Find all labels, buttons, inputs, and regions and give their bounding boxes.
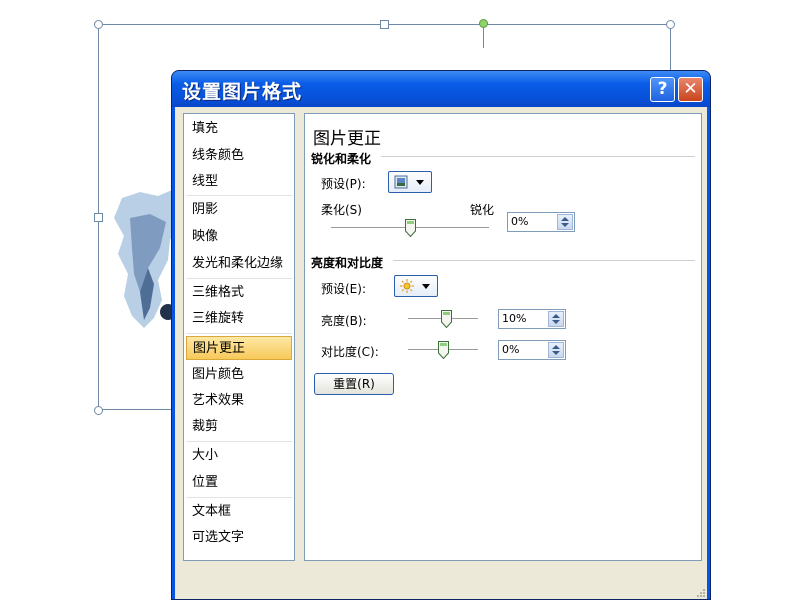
brightness-slider-thumb[interactable]: [441, 310, 452, 328]
dialog-body: 填充 线条颜色 线型 阴影 映像 发光和柔化边缘 三维格式 三维旋转 图片更正 …: [175, 107, 707, 599]
title-bar[interactable]: 设置图片格式 ? ✕: [172, 71, 710, 107]
category-shadow[interactable]: 阴影: [186, 198, 292, 222]
preset-brightness-icon: [400, 279, 414, 293]
reset-button[interactable]: 重置(R): [314, 373, 394, 395]
group-divider: [381, 156, 695, 157]
category-crop[interactable]: 裁剪: [186, 415, 292, 439]
category-alt-text[interactable]: 可选文字: [186, 526, 292, 550]
category-fill[interactable]: 填充: [186, 117, 292, 141]
rotation-handle[interactable]: [479, 19, 488, 28]
resize-handle-bottom-left[interactable]: [94, 406, 103, 415]
resize-handle-top-left[interactable]: [94, 20, 103, 29]
category-divider: [186, 441, 292, 442]
category-divider: [186, 278, 292, 279]
help-button[interactable]: ?: [650, 77, 675, 102]
contrast-slider-thumb[interactable]: [437, 341, 449, 359]
brightness-label: 亮度(B):: [321, 314, 367, 328]
brightness-preset-dropdown[interactable]: [394, 275, 438, 297]
sharpen-preset-label: 预设(P):: [321, 177, 366, 191]
category-list: 填充 线条颜色 线型 阴影 映像 发光和柔化边缘 三维格式 三维旋转 图片更正 …: [183, 113, 295, 561]
category-size[interactable]: 大小: [186, 444, 292, 468]
sharpen-label: 锐化: [470, 203, 495, 217]
category-picture-corrections[interactable]: 图片更正: [186, 336, 292, 360]
soften-label: 柔化(S): [321, 203, 362, 217]
category-text-box[interactable]: 文本框: [186, 500, 292, 524]
category-artistic-effects[interactable]: 艺术效果: [186, 389, 292, 413]
resize-handle-top-right[interactable]: [666, 20, 675, 29]
brightness-preset-label: 预设(E):: [321, 282, 366, 296]
sharpen-spinner-buttons[interactable]: [557, 214, 573, 230]
group-divider: [393, 260, 695, 261]
chevron-down-icon: [416, 180, 424, 185]
category-line-color[interactable]: 线条颜色: [186, 144, 292, 168]
contrast-value: 0%: [502, 343, 520, 356]
brightness-value: 10%: [502, 312, 527, 325]
contrast-label: 对比度(C):: [321, 345, 379, 359]
category-glow-soft-edges[interactable]: 发光和柔化边缘: [186, 252, 292, 276]
settings-panel: 图片更正 锐化和柔化 预设(P): 柔化(S) 锐化 0% 亮度和对比度 预设(…: [304, 113, 702, 561]
category-divider: [186, 497, 292, 498]
panel-heading: 图片更正: [313, 129, 381, 149]
resize-grip-icon[interactable]: [695, 587, 705, 597]
category-line-style[interactable]: 线型: [186, 170, 292, 194]
category-divider: [186, 333, 292, 334]
chevron-down-icon: [422, 284, 430, 289]
sharpen-value: 0%: [511, 215, 529, 228]
sharpen-spinner[interactable]: 0%: [507, 212, 575, 232]
question-icon: ?: [657, 79, 668, 99]
sharpen-preset-dropdown[interactable]: [388, 171, 432, 193]
contrast-spinner-buttons[interactable]: [548, 342, 564, 358]
category-3d-format[interactable]: 三维格式: [186, 281, 292, 305]
dialog-title: 设置图片格式: [182, 81, 303, 103]
brightness-contrast-group-label: 亮度和对比度: [311, 256, 384, 270]
category-reflection[interactable]: 映像: [186, 225, 292, 249]
category-position[interactable]: 位置: [186, 471, 292, 495]
preset-sharpen-icon: [394, 175, 408, 189]
brightness-spinner[interactable]: 10%: [498, 309, 566, 329]
brightness-spinner-buttons[interactable]: [548, 311, 564, 327]
sharpen-soften-group-label: 锐化和柔化: [311, 152, 372, 166]
category-picture-color[interactable]: 图片颜色: [186, 363, 292, 387]
close-icon: ✕: [683, 79, 698, 99]
category-divider: [186, 195, 292, 196]
title-close-button[interactable]: ✕: [678, 77, 703, 102]
resize-handle-top[interactable]: [380, 20, 389, 29]
resize-handle-left[interactable]: [94, 213, 103, 222]
category-3d-rotation[interactable]: 三维旋转: [186, 307, 292, 331]
contrast-spinner[interactable]: 0%: [498, 340, 566, 360]
sharpen-slider-thumb[interactable]: [404, 219, 416, 237]
rotation-stem: [483, 28, 484, 48]
format-picture-dialog: 设置图片格式 ? ✕ 填充 线条颜色 线型 阴影 映像 发光和柔化边缘 三维格式…: [171, 70, 711, 600]
